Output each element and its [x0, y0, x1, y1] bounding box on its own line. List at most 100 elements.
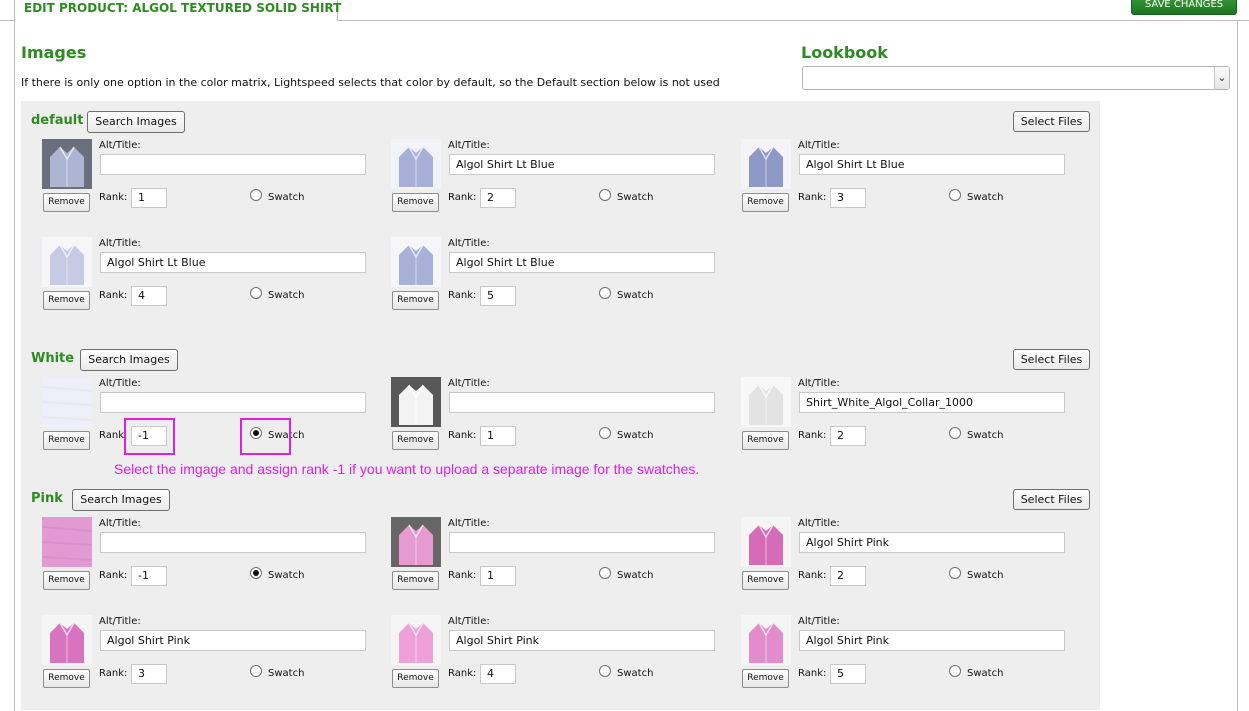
alt-title-label: Alt/Title: — [448, 238, 490, 249]
alt-title-input[interactable]: Algol Shirt Lt Blue — [100, 252, 366, 273]
product-image-thumbnail — [42, 237, 92, 287]
tab-edit-product[interactable]: EDIT PRODUCT: ALGOL TEXTURED SOLID SHIRT — [14, 0, 341, 21]
product-image-thumbnail — [391, 615, 441, 665]
search-images-button[interactable]: Search Images — [72, 489, 170, 511]
swatch-radio[interactable] — [599, 427, 611, 439]
rank-label: Rank: — [448, 570, 477, 581]
section-title: default — [31, 113, 84, 128]
swatch-label: Swatch — [268, 192, 305, 203]
save-changes-button[interactable]: SAVE CHANGES — [1131, 0, 1237, 15]
alt-title-input[interactable]: Algol Shirt Pink — [449, 630, 715, 651]
alt-title-input[interactable] — [449, 392, 715, 413]
rank-input[interactable]: 2 — [480, 188, 516, 208]
remove-image-button[interactable]: Remove — [392, 571, 439, 590]
remove-image-button[interactable]: Remove — [43, 669, 90, 688]
rank-input[interactable]: 5 — [830, 664, 866, 684]
swatch-radio[interactable] — [599, 665, 611, 677]
rank-label: Rank: — [448, 192, 477, 203]
alt-title-input[interactable]: Algol Shirt Lt Blue — [799, 154, 1065, 175]
remove-image-button[interactable]: Remove — [742, 571, 789, 590]
swatch-radio[interactable] — [599, 567, 611, 579]
alt-title-input[interactable]: Algol Shirt Pink — [799, 630, 1065, 651]
swatch-radio[interactable] — [949, 189, 961, 201]
alt-title-label: Alt/Title: — [99, 378, 141, 389]
search-images-button[interactable]: Search Images — [80, 349, 178, 371]
alt-title-input[interactable]: Algol Shirt Lt Blue — [449, 154, 715, 175]
swatch-label: Swatch — [617, 570, 654, 581]
swatch-label: Swatch — [967, 192, 1004, 203]
product-image-thumbnail — [391, 517, 441, 567]
swatch-radio[interactable] — [949, 665, 961, 677]
swatch-label: Swatch — [268, 668, 305, 679]
remove-image-button[interactable]: Remove — [392, 669, 439, 688]
alt-title-input[interactable]: Algol Shirt Pink — [100, 630, 366, 651]
rank-label: Rank: — [99, 192, 128, 203]
lookbook-select[interactable]: ⌄ — [802, 66, 1230, 90]
select-files-button[interactable]: Select Files — [1013, 349, 1090, 370]
remove-image-button[interactable]: Remove — [43, 193, 90, 212]
alt-title-label: Alt/Title: — [99, 518, 141, 529]
product-image-thumbnail — [42, 377, 92, 427]
rank-label: Rank: — [798, 570, 827, 581]
rank-input[interactable]: 3 — [830, 188, 866, 208]
alt-title-label: Alt/Title: — [448, 518, 490, 529]
alt-title-input[interactable] — [449, 532, 715, 553]
swatch-label: Swatch — [967, 430, 1004, 441]
swatch-radio[interactable] — [599, 189, 611, 201]
select-files-button[interactable]: Select Files — [1013, 489, 1090, 510]
swatch-label: Swatch — [268, 290, 305, 301]
rank-input[interactable]: 5 — [480, 286, 516, 306]
remove-image-button[interactable]: Remove — [742, 431, 789, 450]
alt-title-label: Alt/Title: — [798, 378, 840, 389]
remove-image-button[interactable]: Remove — [43, 571, 90, 590]
select-files-button[interactable]: Select Files — [1013, 111, 1090, 132]
swatch-label: Swatch — [617, 192, 654, 203]
swatch-radio[interactable] — [250, 665, 262, 677]
rank-input[interactable]: 2 — [830, 566, 866, 586]
product-image-thumbnail — [42, 615, 92, 665]
remove-image-button[interactable]: Remove — [742, 193, 789, 212]
alt-title-input[interactable] — [100, 154, 366, 175]
rank-label: Rank: — [99, 290, 128, 301]
alt-title-label: Alt/Title: — [798, 140, 840, 151]
swatch-radio[interactable] — [949, 427, 961, 439]
remove-image-button[interactable]: Remove — [392, 431, 439, 450]
alt-title-label: Alt/Title: — [448, 378, 490, 389]
remove-image-button[interactable]: Remove — [392, 193, 439, 212]
alt-title-input[interactable]: Algol Shirt Pink — [799, 532, 1065, 553]
rank-input[interactable]: 1 — [480, 426, 516, 446]
alt-title-input[interactable]: Algol Shirt Lt Blue — [449, 252, 715, 273]
rank-label: Rank: — [99, 668, 128, 679]
rank-input[interactable]: 1 — [131, 188, 167, 208]
product-image-thumbnail — [42, 517, 92, 567]
remove-image-button[interactable]: Remove — [742, 669, 789, 688]
rank-input[interactable]: 3 — [131, 664, 167, 684]
swatch-radio[interactable] — [250, 189, 262, 201]
alt-title-input[interactable] — [100, 392, 366, 413]
swatch-radio[interactable] — [599, 287, 611, 299]
alt-title-input[interactable] — [100, 532, 366, 553]
alt-title-input[interactable]: Shirt_White_Algol_Collar_1000 — [799, 392, 1065, 413]
product-image-thumbnail — [42, 139, 92, 189]
remove-image-button[interactable]: Remove — [43, 431, 90, 450]
rank-input[interactable]: 4 — [131, 286, 167, 306]
chevron-down-icon[interactable]: ⌄ — [1214, 67, 1229, 89]
search-images-button[interactable]: Search Images — [87, 111, 185, 133]
swatch-rank-annotation: Select the imgage and assign rank -1 if … — [114, 461, 700, 477]
alt-title-label: Alt/Title: — [99, 616, 141, 627]
rank-input[interactable]: 4 — [480, 664, 516, 684]
images-heading: Images — [21, 43, 87, 62]
swatch-radio[interactable] — [250, 567, 262, 579]
swatch-highlight-box — [240, 418, 291, 455]
rank-label: Rank: — [798, 430, 827, 441]
remove-image-button[interactable]: Remove — [43, 291, 90, 310]
swatch-radio[interactable] — [949, 567, 961, 579]
swatch-radio[interactable] — [250, 287, 262, 299]
remove-image-button[interactable]: Remove — [392, 291, 439, 310]
rank-input[interactable]: -1 — [131, 566, 167, 586]
rank-input[interactable]: 1 — [480, 566, 516, 586]
section-title: Pink — [31, 491, 63, 506]
rank-input[interactable]: 2 — [830, 426, 866, 446]
swatch-label: Swatch — [617, 668, 654, 679]
product-image-thumbnail — [391, 237, 441, 287]
